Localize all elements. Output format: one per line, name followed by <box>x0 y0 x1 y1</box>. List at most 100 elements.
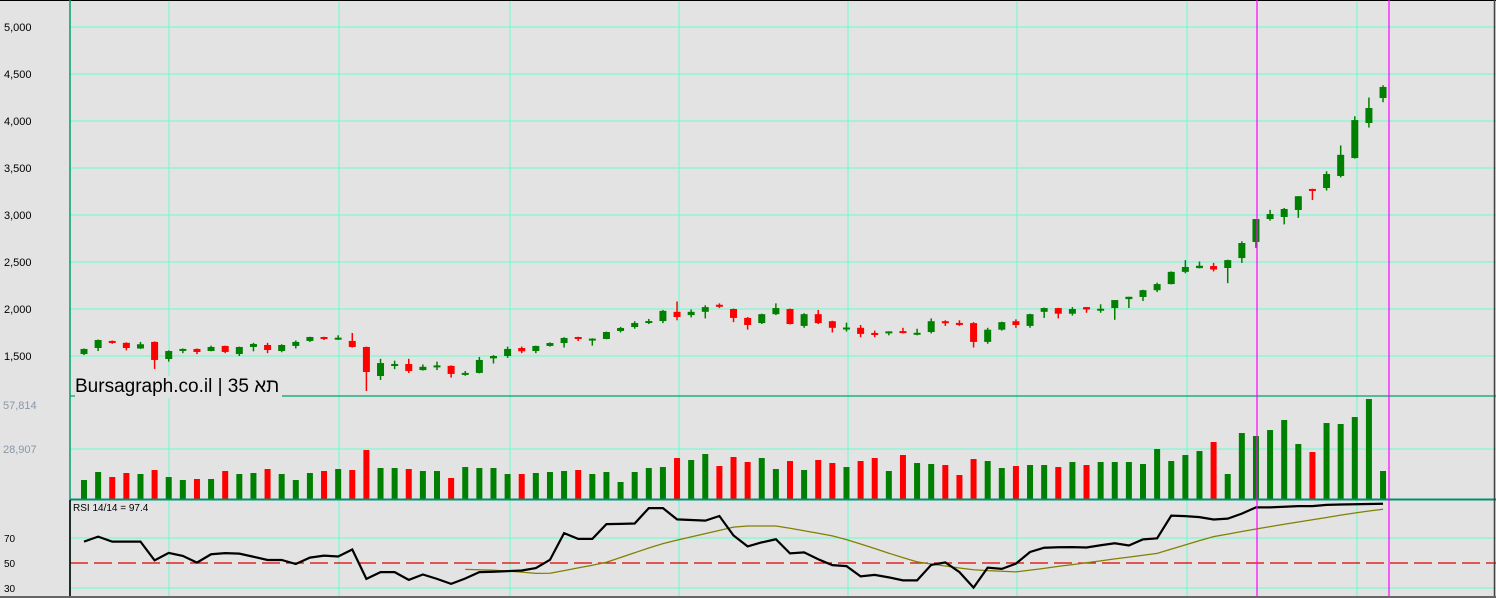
candle <box>730 308 738 323</box>
rsi-readout: RSI 14/14 = 97.4 <box>73 503 149 514</box>
volume-bar <box>151 470 158 499</box>
candle <box>264 342 272 354</box>
candle-body <box>970 323 978 342</box>
candle-body <box>518 348 526 352</box>
candle <box>221 345 229 354</box>
candle-body <box>1210 266 1218 270</box>
candle-body <box>800 314 808 326</box>
rsi-panel <box>83 502 1384 590</box>
grid-layer <box>70 0 1496 598</box>
volume-bar <box>1224 474 1231 499</box>
candle-body <box>306 337 314 341</box>
candle-body <box>1125 296 1133 300</box>
volume-bar <box>829 463 836 499</box>
volume-bar <box>758 458 765 499</box>
candle <box>1139 289 1147 302</box>
candle-body <box>377 363 385 377</box>
candle <box>179 348 187 354</box>
candle-body <box>1195 265 1203 269</box>
candle-body <box>1280 208 1288 217</box>
candle-body <box>730 309 738 318</box>
volume-bar <box>532 473 539 499</box>
candle <box>1224 259 1232 284</box>
volume-bar <box>278 474 285 499</box>
candle-body <box>673 311 681 317</box>
volume-bar <box>928 464 935 499</box>
volume-bar <box>801 470 808 499</box>
candle <box>1012 319 1020 328</box>
volume-bar <box>1083 465 1090 499</box>
price-tick-label: 2,500 <box>4 257 32 269</box>
candle-body <box>1351 120 1359 159</box>
candle-body <box>405 363 413 372</box>
candle <box>560 337 568 348</box>
candle-body <box>80 348 88 355</box>
volume-bar <box>419 471 426 499</box>
candle <box>320 336 328 341</box>
volume-bar <box>137 474 144 499</box>
volume-bar <box>1012 466 1019 499</box>
candle-body <box>136 344 144 349</box>
candle-body <box>1308 188 1316 191</box>
candle <box>687 309 695 318</box>
candle-body <box>122 342 130 349</box>
volume-bar <box>335 469 342 499</box>
volume-bar <box>1380 471 1387 499</box>
volume-bar <box>462 467 469 499</box>
candle <box>1210 262 1218 272</box>
volume-bar <box>744 462 751 499</box>
volume-bar <box>1196 451 1203 499</box>
candle-body <box>631 323 639 328</box>
volume-bar <box>504 474 511 499</box>
volume-bar <box>1154 449 1161 499</box>
candle <box>828 320 836 333</box>
candle-body <box>461 372 469 375</box>
volume-bar <box>589 474 596 499</box>
candle-body <box>560 337 568 344</box>
candle-body <box>786 309 794 325</box>
price-tick-label: 4,500 <box>4 69 32 81</box>
volume-bar <box>377 468 384 499</box>
candle-body <box>249 343 257 347</box>
volume-bar <box>1295 444 1302 499</box>
candle-body <box>828 321 836 328</box>
volume-bar <box>942 465 949 499</box>
volume-bar <box>617 482 624 499</box>
candle <box>235 346 243 356</box>
candle <box>1040 307 1048 318</box>
candle <box>193 348 201 355</box>
rsi-tick-label: 50 <box>4 559 16 570</box>
candle <box>207 345 215 352</box>
volume-bar <box>193 479 200 499</box>
candle <box>1308 188 1316 200</box>
candle <box>546 342 554 347</box>
candle-body <box>842 327 850 330</box>
volume-bar <box>984 461 991 499</box>
candle <box>348 332 356 348</box>
candle-body <box>1224 260 1232 269</box>
volume-bar <box>546 472 553 499</box>
volume-bar <box>123 473 130 499</box>
candle <box>1195 261 1203 269</box>
candle-body <box>1181 266 1189 272</box>
candlesticks <box>80 85 1387 391</box>
candle <box>136 341 144 349</box>
chart-canvas[interactable]: 5,000 4,500 4,000 3,500 3,000 2,500 2,000 1,500… <box>0 0 1496 598</box>
chart-title: Bursagraph.co.il | תא 35 <box>75 376 283 398</box>
candle <box>1167 271 1175 285</box>
candle <box>574 336 582 341</box>
volume-bar <box>1351 417 1358 499</box>
candle <box>1111 300 1119 320</box>
candle-body <box>235 346 243 355</box>
volume-bar <box>871 458 878 499</box>
candle <box>758 313 766 325</box>
volume-bar <box>914 463 921 499</box>
candle <box>80 348 88 356</box>
volume-bar <box>306 473 313 499</box>
candle-body <box>574 337 582 340</box>
volume-bar <box>885 471 892 499</box>
candle <box>405 358 413 373</box>
candle <box>631 321 639 329</box>
volume-bar <box>1252 436 1259 499</box>
volume-bar <box>1055 467 1062 499</box>
